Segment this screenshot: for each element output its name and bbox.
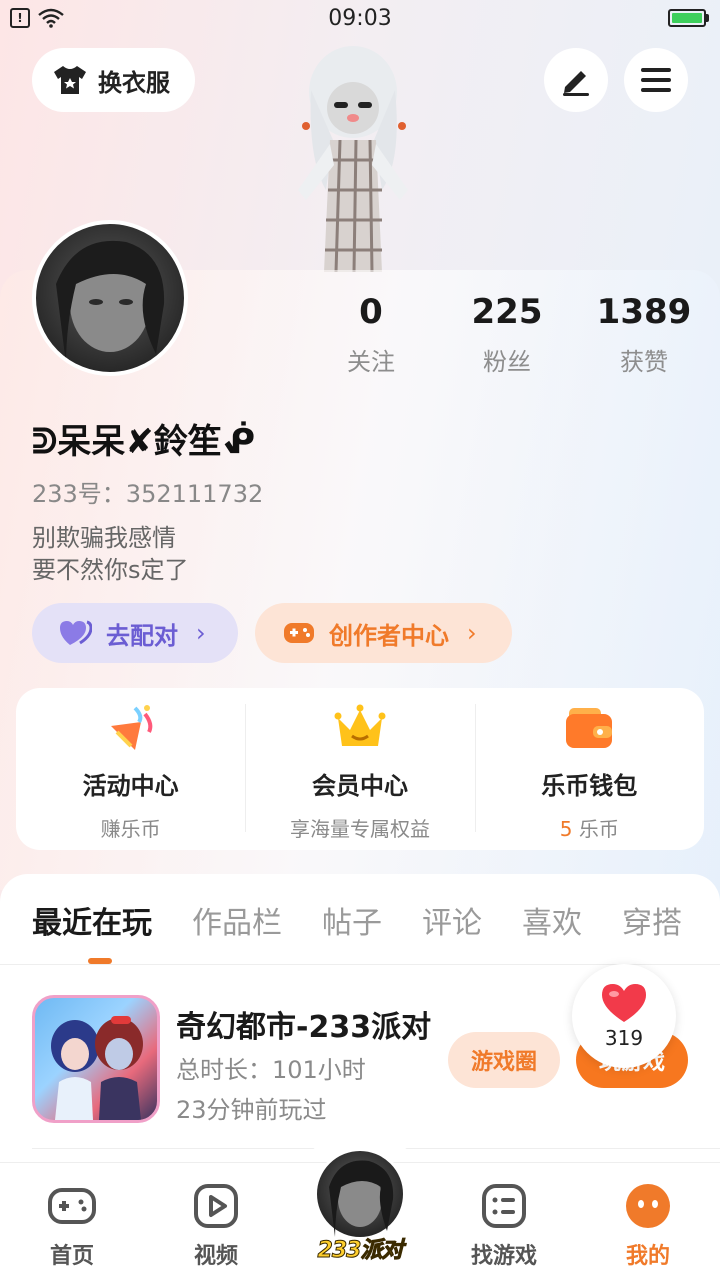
stat-followers-value: 225 [471, 292, 543, 332]
nav-center-avatar[interactable] [314, 1148, 406, 1240]
bio-line-1: 别欺骗我感情 [32, 524, 176, 552]
status-time: 09:03 [328, 6, 392, 31]
game-circle-button[interactable]: 游戏圈 [448, 1032, 560, 1088]
match-button[interactable]: 去配对 › [32, 603, 238, 663]
bio-line-2: 要不然你s定了 [32, 556, 189, 584]
stat-likes-value: 1389 [596, 292, 692, 332]
nav-home[interactable]: 首页 [22, 1180, 122, 1270]
party-popper-icon [110, 705, 152, 750]
heart-icon [602, 984, 646, 1022]
gamepad-icon [284, 623, 314, 643]
profile-avatar[interactable] [32, 220, 188, 376]
me-icon [626, 1184, 670, 1228]
battery-icon [668, 9, 706, 27]
activity-center[interactable]: 活动中心 赚乐币 [16, 688, 245, 850]
user-id[interactable]: 233号：352111732 [32, 474, 263, 509]
creator-center-label: 创作者中心 [329, 621, 449, 650]
menu-icon [641, 68, 671, 92]
feature-card: 活动中心 赚乐币 会员中心 享海量专属权益 乐币钱包 5 乐币 [16, 688, 704, 850]
vip-center-subtitle: 享海量专属权益 [289, 817, 430, 841]
coin-count: 5 [559, 817, 573, 841]
bio: 别欺骗我感情 要不然你s定了 [32, 522, 189, 586]
change-outfit-button[interactable]: 换衣服 [32, 48, 195, 112]
tab-outfits[interactable]: 穿搭 [622, 898, 682, 942]
avatar-character-figure[interactable] [278, 40, 428, 272]
center-avatar-photo [329, 1160, 394, 1237]
nickname: ᕲ呆呆✘鈴笙ᕶ [32, 422, 256, 462]
tab-posts[interactable]: 帖子 [322, 898, 382, 942]
nav-video-label: 视频 [193, 1244, 238, 1269]
chevron-right-icon: › [467, 619, 477, 647]
game-icon[interactable] [32, 995, 160, 1123]
hearts-icon [60, 620, 92, 645]
pen-icon [563, 71, 589, 96]
battery-tip [706, 14, 709, 22]
tab-likes[interactable]: 喜欢 [522, 898, 582, 942]
stat-likes-label: 获赞 [620, 348, 668, 376]
like-count: 319 [604, 1026, 644, 1050]
stat-following[interactable]: 0 关注 [301, 292, 441, 377]
nav-home-label: 首页 [49, 1244, 94, 1269]
gamepad-icon [48, 1188, 96, 1224]
coin-wallet[interactable]: 乐币钱包 5 乐币 [474, 688, 704, 850]
tab-works[interactable]: 作品栏 [192, 898, 282, 942]
tab-bar: 最近在玩 作品栏 帖子 评论 喜欢 穿搭 [32, 898, 682, 942]
edit-profile-button[interactable] [544, 48, 608, 112]
vip-center[interactable]: 会员中心 享海量专属权益 [245, 688, 474, 850]
change-outfit-label: 换衣服 [98, 68, 170, 97]
nav-me-label: 我的 [625, 1244, 670, 1269]
tab-comments[interactable]: 评论 [422, 898, 482, 942]
coin-wallet-subtitle: 5 乐币 [560, 813, 619, 842]
coin-unit: 乐币 [578, 817, 619, 841]
game-duration: 总时长：101小时 [176, 1056, 366, 1084]
coin-wallet-title: 乐币钱包 [541, 772, 638, 800]
video-icon [194, 1184, 238, 1228]
activity-center-subtitle: 赚乐币 [100, 817, 161, 841]
activity-center-title: 活动中心 [82, 772, 179, 800]
vip-center-title: 会员中心 [311, 772, 408, 800]
game-title[interactable]: 奇幻都市-233派对 [176, 1002, 431, 1046]
like-bubble[interactable]: 319 [572, 964, 676, 1068]
nav-find-games[interactable]: 找游戏 [454, 1180, 554, 1270]
list-icon [482, 1184, 526, 1228]
nav-me[interactable]: 我的 [598, 1180, 698, 1270]
stat-following-value: 0 [359, 292, 383, 332]
game-art [51, 1016, 143, 1120]
tab-recent[interactable]: 最近在玩 [32, 898, 152, 942]
wallet-icon [566, 708, 613, 748]
menu-button[interactable] [624, 48, 688, 112]
stat-followers[interactable]: 225 粉丝 [437, 292, 577, 377]
nav-find-games-label: 找游戏 [470, 1244, 537, 1269]
nav-video[interactable]: 视频 [166, 1180, 266, 1270]
game-last-played: 23分钟前玩过 [176, 1096, 327, 1124]
creator-center-button[interactable]: 创作者中心 › [255, 603, 512, 663]
stat-likes[interactable]: 1389 获赞 [574, 292, 714, 377]
nav-party-logo[interactable]: 233派对 [300, 1232, 420, 1264]
chevron-right-icon: › [196, 619, 206, 647]
crown-icon [334, 704, 386, 746]
match-label: 去配对 [106, 621, 178, 650]
tshirt-icon [54, 66, 86, 94]
stat-followers-label: 粉丝 [483, 348, 531, 376]
avatar-photo [56, 240, 165, 364]
stat-following-label: 关注 [347, 348, 395, 376]
